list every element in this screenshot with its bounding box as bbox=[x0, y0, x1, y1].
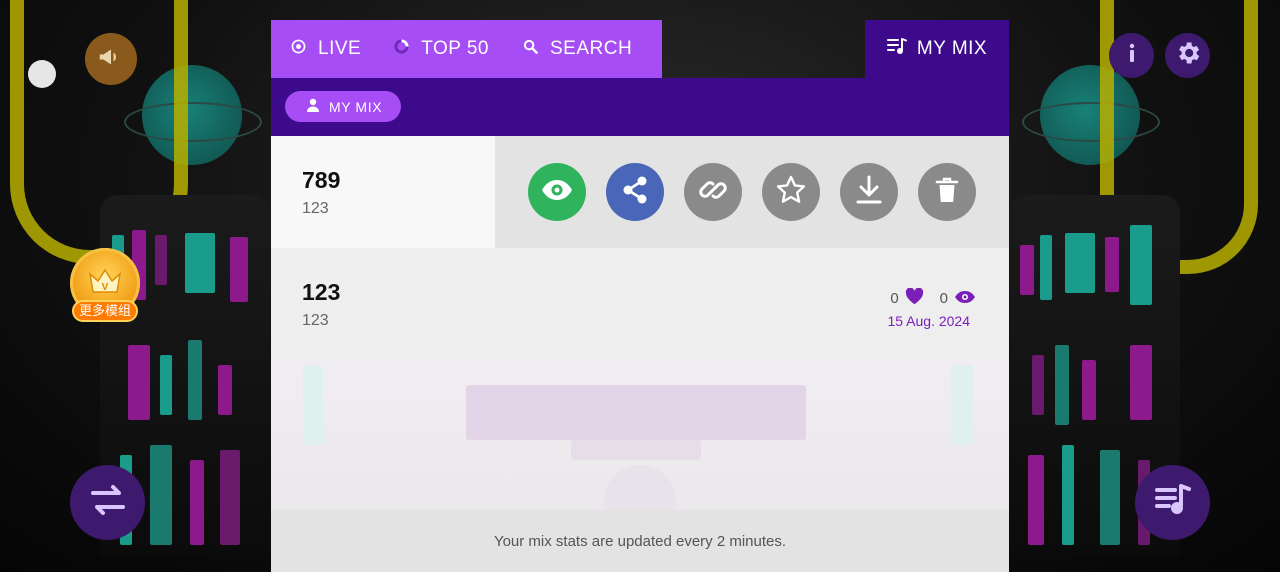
mix-info[interactable]: 789 123 bbox=[271, 136, 495, 248]
playlist-icon bbox=[1153, 482, 1193, 523]
user-icon bbox=[306, 98, 329, 115]
pill-label: MY MIX bbox=[329, 98, 383, 115]
mix-title: 123 bbox=[302, 279, 341, 305]
tab-search-label: SEARCH bbox=[550, 38, 633, 59]
mix-title: 789 bbox=[302, 167, 341, 193]
share-button[interactable] bbox=[606, 163, 664, 221]
tab-bar: LIVE TOP 50 SEARCH MY MIX bbox=[271, 20, 1009, 78]
tab-live[interactable]: LIVE bbox=[271, 20, 361, 78]
link-icon bbox=[698, 175, 728, 210]
list-item[interactable]: 789 123 bbox=[271, 136, 1009, 248]
my-mix-filter-pill[interactable]: MY MIX bbox=[285, 91, 402, 122]
eye-icon bbox=[954, 290, 976, 308]
loading-ring-icon bbox=[394, 38, 421, 60]
download-button[interactable] bbox=[840, 163, 898, 221]
tab-group: LIVE TOP 50 SEARCH bbox=[271, 20, 662, 78]
delete-button[interactable] bbox=[918, 163, 976, 221]
svg-text:V: V bbox=[102, 282, 109, 293]
download-icon bbox=[855, 175, 883, 210]
copy-link-button[interactable] bbox=[684, 163, 742, 221]
view-button[interactable] bbox=[528, 163, 586, 221]
video-preview[interactable] bbox=[271, 360, 1009, 510]
radio-icon bbox=[291, 38, 318, 60]
mix-subtitle: 123 bbox=[302, 312, 329, 329]
gear-icon bbox=[1174, 39, 1202, 72]
info-icon bbox=[1120, 41, 1144, 70]
tab-mymix[interactable]: MY MIX bbox=[865, 20, 1009, 78]
info-button[interactable] bbox=[1109, 33, 1154, 78]
view-icon bbox=[541, 179, 573, 206]
star-icon bbox=[775, 174, 807, 211]
tab-live-label: LIVE bbox=[318, 38, 362, 59]
mix-stats: 0 0 bbox=[890, 287, 976, 309]
tab-search[interactable]: SEARCH bbox=[489, 20, 632, 78]
announcement-button[interactable] bbox=[85, 33, 137, 85]
toggle-dot[interactable] bbox=[28, 60, 56, 88]
filter-bar: MY MIX bbox=[271, 78, 1009, 136]
search-icon bbox=[523, 38, 550, 60]
switch-button[interactable] bbox=[70, 465, 145, 540]
trash-icon bbox=[935, 176, 959, 209]
crown-icon: V bbox=[87, 266, 123, 301]
tab-top50[interactable]: TOP 50 bbox=[361, 20, 489, 78]
stats-footer: Your mix stats are updated every 2 minut… bbox=[271, 510, 1009, 572]
share-icon bbox=[621, 175, 649, 210]
settings-button[interactable] bbox=[1165, 33, 1210, 78]
tab-mymix-label: MY MIX bbox=[916, 38, 988, 59]
mix-actions bbox=[528, 163, 976, 221]
list-item[interactable]: 123 123 0 0 15 Aug. 2024 bbox=[271, 248, 1009, 360]
tab-top50-label: TOP 50 bbox=[421, 38, 489, 59]
playlist-button[interactable] bbox=[1135, 465, 1210, 540]
play-button[interactable] bbox=[604, 465, 676, 510]
megaphone-icon bbox=[96, 42, 126, 77]
mix-panel: LIVE TOP 50 SEARCH MY MIX MY MIX 789 123… bbox=[271, 20, 1009, 572]
swap-arrows-icon bbox=[89, 483, 127, 522]
view-count: 0 bbox=[939, 290, 948, 307]
mix-subtitle: 123 bbox=[302, 200, 329, 217]
heart-icon bbox=[905, 287, 924, 309]
mix-date: 15 Aug. 2024 bbox=[887, 313, 970, 329]
favorite-button[interactable] bbox=[762, 163, 820, 221]
like-count: 0 bbox=[890, 290, 899, 307]
playlist-icon bbox=[886, 37, 917, 61]
more-modules-label[interactable]: 更多模组 bbox=[72, 300, 138, 322]
